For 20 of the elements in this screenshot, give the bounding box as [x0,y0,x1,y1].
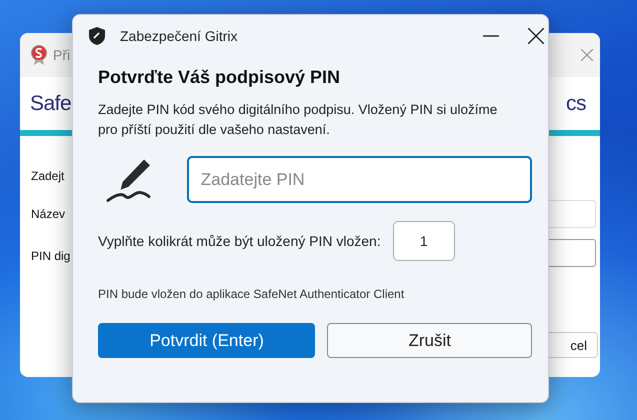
app-logo-icon [30,45,48,65]
dialog-heading: Potvrďte Váš podpisový PIN [98,67,341,88]
shield-icon [89,27,105,45]
count-label: Vyplňte kolikrát může být uložený PIN vložen: [98,233,381,249]
note-text: PIN bude vložen do aplikace SafeNet Authenticator Client [98,287,406,301]
count-input-field[interactable]: 1 [392,221,455,261]
window-title: Při [53,47,70,63]
logo-text: Safe [30,92,72,116]
cancel-button[interactable]: cel [546,332,598,358]
window-title: Zabezpečení Gitrix [120,28,238,44]
pin-input-field[interactable]: Zadatejte PIN [186,156,532,203]
minimize-icon[interactable] [483,35,499,37]
field-label: PIN dig [31,249,70,263]
confirm-button[interactable]: Potvrdit (Enter) [98,323,316,358]
close-icon[interactable] [528,28,544,44]
field-label: Zadejt [31,169,64,183]
description-text: Zadejte PIN kód svého digitálního podpisu. Vložený PIN si uložíme pro příští použití dle vašeho nastavení. [98,101,498,139]
cancel-button[interactable]: Zrušit [327,323,532,358]
field-label: Název [31,207,66,221]
logo-text: cs [566,92,586,116]
